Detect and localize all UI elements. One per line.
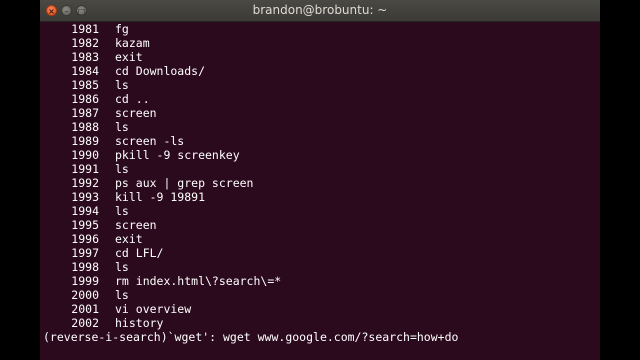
history-command: ls [115, 260, 129, 274]
history-entry: 1987 screen [43, 106, 157, 120]
history-command: ls [115, 162, 129, 176]
history-command: ls [115, 288, 129, 302]
history-command: cd Downloads/ [115, 64, 206, 78]
history-command: ls [115, 78, 129, 92]
history-command: cd .. [115, 92, 150, 106]
history-command: screen [115, 218, 157, 232]
history-number: 1984 [71, 64, 99, 78]
history-command: vi overview [115, 302, 192, 316]
title-bar[interactable]: × – □ brandon@brobuntu: ~ [40, 0, 600, 22]
history-entry: 1998 ls [43, 260, 129, 274]
history-entry: 1992 ps aux | grep screen [43, 176, 253, 190]
history-number: 1999 [71, 274, 99, 288]
history-command: cd LFL/ [115, 246, 164, 260]
window-title: brandon@brobuntu: ~ [252, 3, 388, 17]
history-command: ls [115, 120, 129, 134]
history-entry: 1996 exit [43, 232, 143, 246]
history-command: kill -9 19891 [115, 190, 206, 204]
history-command: screen [115, 106, 157, 120]
history-entry: 1997 cd LFL/ [43, 246, 163, 260]
history-command: rm index.html\?search\=* [115, 274, 282, 288]
history-number: 1982 [71, 36, 99, 50]
history-entry: 1986 cd .. [43, 92, 150, 106]
history-number: 1991 [71, 162, 99, 176]
history-command: ls [115, 204, 129, 218]
history-number: 1989 [71, 134, 99, 148]
history-entry: 1983 exit [43, 50, 143, 64]
history-number: 1981 [71, 22, 99, 36]
history-command: exit [115, 50, 143, 64]
terminal-output[interactable]: 1981 fg 1982 kazam 1983 exit 1984 cd Downloads/… [40, 22, 600, 346]
history-command: fg [115, 22, 129, 36]
history-command: pkill -9 screenkey [115, 148, 240, 162]
history-number: 1990 [71, 148, 99, 162]
history-entry: 1988 ls [43, 120, 129, 134]
history-entry: 1995 screen [43, 218, 157, 232]
history-number: 1992 [71, 176, 99, 190]
history-number: 1983 [71, 50, 99, 64]
history-number: 2002 [71, 316, 99, 330]
history-entry: 1991 ls [43, 162, 129, 176]
reverse-search-line[interactable]: (reverse-i-search)`wget': wget www.googl… [43, 330, 458, 344]
history-number: 1996 [71, 232, 99, 246]
history-number: 1995 [71, 218, 99, 232]
history-number: 1986 [71, 92, 99, 106]
history-entry: 2002 history [43, 316, 163, 330]
history-number: 2000 [71, 288, 99, 302]
terminal-window: × – □ brandon@brobuntu: ~ 1981 fg 1982 kaza… [40, 0, 600, 360]
history-entry: 1985 ls [43, 78, 129, 92]
history-entry: 2000 ls [43, 288, 129, 302]
history-number: 1993 [71, 190, 99, 204]
history-command: screen -ls [115, 134, 185, 148]
history-number: 1985 [71, 78, 99, 92]
history-entry: 1982 kazam [43, 36, 150, 50]
history-number: 2001 [71, 302, 99, 316]
history-number: 1994 [71, 204, 99, 218]
history-entry: 1981 fg [43, 22, 129, 36]
history-entry: 1989 screen -ls [43, 134, 184, 148]
history-command: kazam [115, 36, 150, 50]
history-entry: 1984 cd Downloads/ [43, 64, 205, 78]
history-command: history [115, 316, 164, 330]
history-number: 1987 [71, 106, 99, 120]
history-number: 1998 [71, 260, 99, 274]
history-number: 1997 [71, 246, 99, 260]
history-command: ps aux | grep screen [115, 176, 254, 190]
history-command: exit [115, 232, 143, 246]
history-entry: 1990 pkill -9 screenkey [43, 148, 240, 162]
history-entry: 1993 kill -9 19891 [43, 190, 205, 204]
history-entry: 1999 rm index.html\?search\=* [43, 274, 281, 288]
history-number: 1988 [71, 120, 99, 134]
history-entry: 2001 vi overview [43, 302, 191, 316]
history-entry: 1994 ls [43, 204, 129, 218]
